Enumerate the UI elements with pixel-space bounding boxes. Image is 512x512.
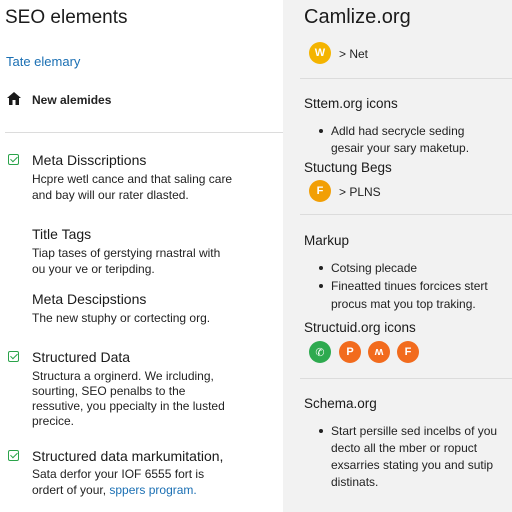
item-title: Meta Disscriptions bbox=[32, 152, 147, 168]
item-title: Meta Descipstions bbox=[32, 291, 147, 307]
panel-title: SEO elements bbox=[5, 7, 128, 28]
item-title: Title Tags bbox=[32, 226, 92, 242]
badge-letter: F bbox=[316, 185, 324, 197]
icon-glyph: ʍ bbox=[374, 346, 384, 358]
home-icon[interactable] bbox=[6, 91, 24, 107]
divider bbox=[300, 78, 512, 79]
item-text-prefix: ordert of your, bbox=[32, 483, 110, 497]
bullet bbox=[319, 266, 323, 270]
bullet-text-line: Fineatted tinues forcices stert bbox=[331, 279, 488, 293]
item-text-line: precice. bbox=[32, 414, 75, 428]
section-title: Schema.org bbox=[304, 396, 377, 411]
icon-glyph: P bbox=[346, 346, 354, 358]
p-badge-icon[interactable]: P bbox=[339, 341, 361, 363]
item-text-line: and bay will our rater dlasted. bbox=[32, 188, 189, 202]
panel-title: Camlize.org bbox=[304, 6, 411, 28]
f-badge-icon: F bbox=[309, 180, 331, 202]
item-text-line: ou your ve or teripding. bbox=[32, 262, 155, 276]
whatsapp-icon[interactable]: ✆ bbox=[309, 341, 331, 363]
section-title: Markup bbox=[304, 233, 350, 248]
bullet-text-line: Cotsing plecade bbox=[331, 261, 418, 275]
divider bbox=[300, 378, 512, 379]
bullet bbox=[319, 284, 323, 288]
check-icon bbox=[8, 450, 19, 461]
bullet-text-line: decto all the mber or ropuct bbox=[331, 441, 478, 455]
section-title: Stuctung Begs bbox=[304, 160, 392, 175]
icon-glyph: ✆ bbox=[315, 346, 325, 359]
item-title: Structured Data bbox=[32, 349, 131, 365]
item-title: Structured data markumitation, bbox=[32, 448, 224, 464]
bullet-text-line: exsarries stating you and sutip bbox=[331, 458, 494, 472]
left-panel: SEO elements Tate elemary New alemides M… bbox=[0, 0, 283, 512]
bullet-text-line: procus mat you top traking. bbox=[331, 297, 476, 311]
divider bbox=[300, 214, 512, 215]
sppers-program-link[interactable]: sppers program. bbox=[109, 483, 196, 497]
item-text-line: ordert of your, sppers program. bbox=[32, 481, 197, 499]
icon-glyph: F bbox=[404, 346, 412, 358]
right-panel: Camlize.org W > Net Sttem.org icons Adld… bbox=[283, 0, 512, 512]
bullet-text-line: Adld had secrycle seding bbox=[331, 124, 465, 138]
bullet bbox=[319, 429, 323, 433]
f-badge-icon[interactable]: F bbox=[397, 341, 419, 363]
w-badge-icon: W bbox=[309, 42, 331, 64]
bullet-text-line: Start persille sed incelbs of you bbox=[331, 424, 498, 438]
check-icon bbox=[8, 351, 19, 362]
bullet-text-line: gesair your sary maketup. bbox=[331, 141, 470, 155]
nav-new-alemides[interactable]: New alemides bbox=[32, 93, 111, 107]
bullet-text-line: distinats. bbox=[331, 475, 379, 489]
badge-letter: W bbox=[314, 47, 326, 59]
divider bbox=[5, 132, 283, 133]
check-icon bbox=[8, 154, 19, 165]
tate-elemary-link[interactable]: Tate elemary bbox=[6, 54, 80, 69]
crown-badge-icon[interactable]: ʍ bbox=[368, 341, 390, 363]
section-title: Structuid.org icons bbox=[304, 320, 416, 335]
item-text-line: The new stuphy or cortecting org. bbox=[32, 311, 211, 325]
plns-link[interactable]: > PLNS bbox=[339, 185, 381, 199]
net-link[interactable]: > Net bbox=[339, 47, 368, 61]
section-title: Sttem.org icons bbox=[304, 96, 398, 111]
bullet bbox=[319, 129, 323, 133]
